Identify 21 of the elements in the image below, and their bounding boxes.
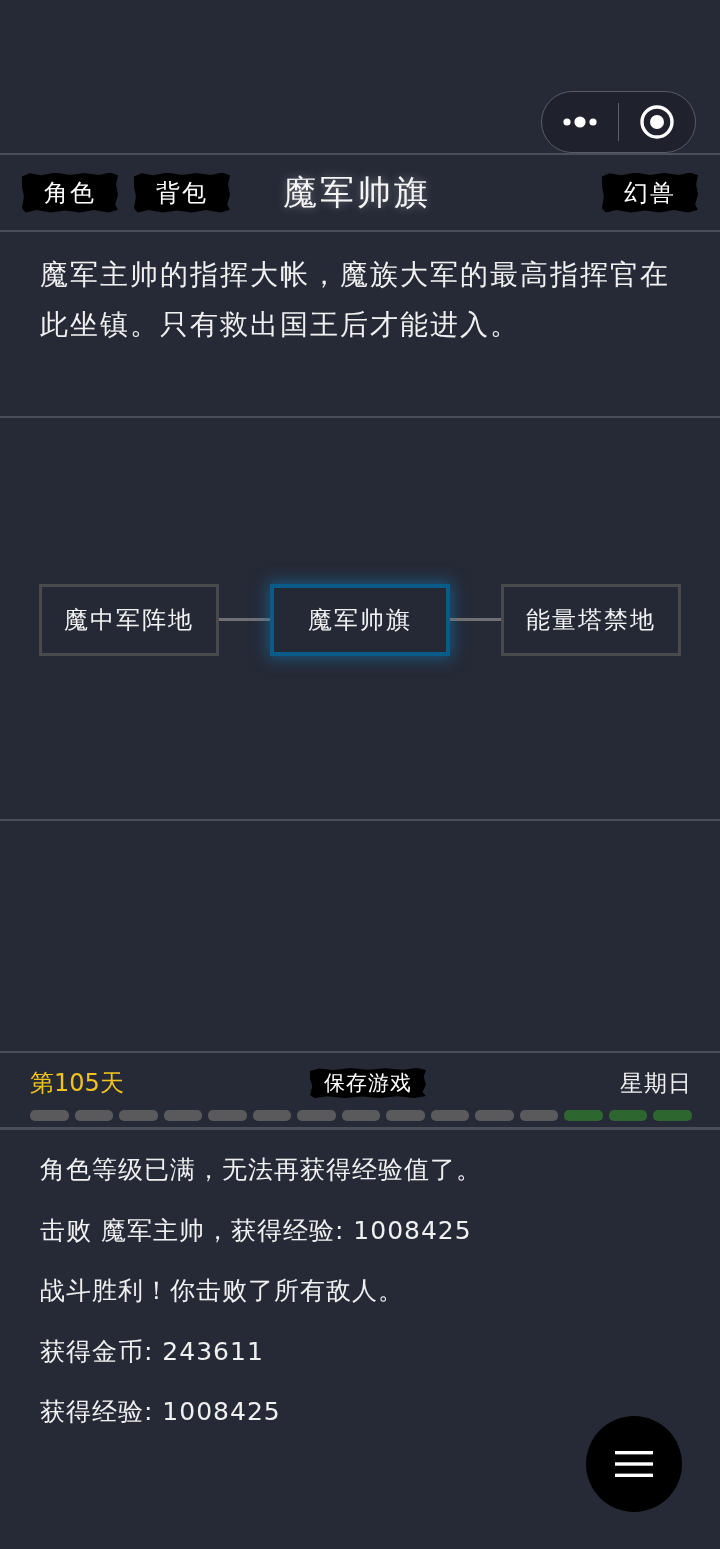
pet-button[interactable]: 幻兽 [602,172,698,213]
location-node[interactable]: 能量塔禁地 [501,583,681,656]
log-message: 战斗胜利！你击败了所有敌人。 [40,1275,405,1307]
log-message: 击败 魔军主帅，获得经验: 1008425 [40,1214,473,1247]
inventory-button[interactable]: 背包 [134,172,230,213]
location-description: 魔军主帅的指挥大帐，魔族大军的最高指挥官在此坐镇。只有救出国王后才能进入。 [40,257,671,343]
log-message: 获得经验: 1008425 [40,1396,282,1428]
menu-icon [615,1451,653,1477]
connector-line [219,618,270,621]
log-message: 角色等级已满，无法再获得经验值了。 [40,1154,483,1186]
log-message: 获得金币: 243611 [40,1335,265,1368]
location-node[interactable]: 魔中军阵地 [39,583,219,656]
page-title: 魔军帅旗 [283,172,431,213]
weekday-label: 星期日 [619,1068,692,1098]
save-game-button[interactable]: 保存游戏 [310,1068,426,1098]
more-icon[interactable] [563,116,597,128]
connector-line [450,618,501,621]
target-icon[interactable] [640,105,674,139]
day-counter: 第105天 [30,1068,125,1099]
current-location-node[interactable]: 魔军帅旗 [270,583,450,656]
character-button[interactable]: 角色 [22,172,118,213]
